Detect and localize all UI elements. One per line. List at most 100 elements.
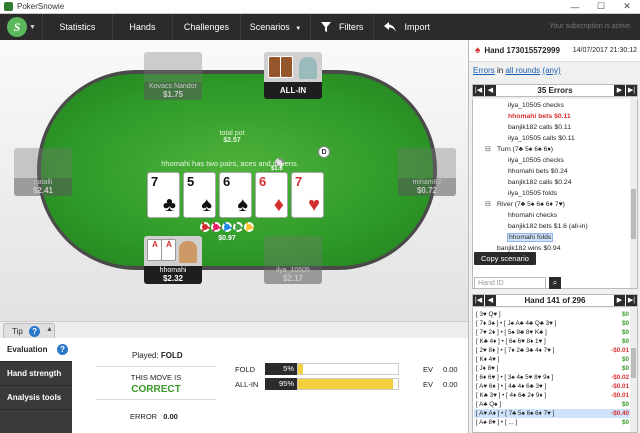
import-label: Import — [404, 22, 430, 32]
hand-id-input[interactable]: Hand ID — [474, 277, 546, 289]
player-seat-natalli[interactable]: natalli $2.41 — [14, 148, 72, 196]
player-avatar-icon — [299, 57, 317, 79]
spade-icon: ♠ — [475, 45, 481, 56]
action-percent: 95% — [265, 378, 297, 390]
tree-line-selected[interactable]: hhomahi folds — [507, 233, 554, 242]
copy-scenario-button[interactable]: Copy scenario — [474, 252, 536, 265]
player-plate: miriam82 $0.72 — [398, 178, 456, 196]
tree-line[interactable]: hhomahi bets $0.11 — [508, 113, 571, 120]
menu-hands[interactable]: Hands — [111, 14, 172, 40]
menu-scenarios-label: Scenarios — [249, 22, 290, 32]
first-icon[interactable]: |◀ — [473, 85, 484, 96]
logo-caret-icon[interactable]: ▼ — [29, 24, 36, 31]
hand-row[interactable]: [ K♦ 4♥ ] $0 — [474, 355, 631, 364]
hand-row[interactable]: [ 2♥ 8♦ ] • [ 7♦ 2♣ 3♣ 4♦ 7♥ ] -$0.01 — [474, 346, 631, 355]
tree-line[interactable]: Turn (7♣ 5♠ 6♠ 6♦) — [497, 146, 553, 153]
tip-bar: Tip ? ▲ — [0, 321, 468, 339]
hand-row[interactable]: [ 6♦ 6♥ ] • [ 3♠ 4♠ 5♥ 8♥ 9♦ ] -$0.02 — [474, 373, 631, 382]
tree-line[interactable]: ilya_10505 checks — [508, 157, 564, 164]
player-seat-miriam[interactable]: miriam82 $0.72 — [398, 148, 456, 196]
player-name: natalli — [33, 179, 53, 186]
hand-row[interactable]: [ A♥ 6♦ ] • [ 4♣ 4♦ 6♣ 3♥ ] -$0.01 — [474, 382, 631, 391]
chevron-up-icon[interactable]: ▲ — [46, 326, 53, 333]
next-icon[interactable]: ▶ — [613, 295, 625, 306]
player-seat-banjik[interactable]: ALL-IN — [264, 52, 322, 99]
dealer-button-icon: D — [318, 146, 330, 158]
tree-line[interactable]: banjik182 calls $0.24 — [508, 179, 571, 186]
hand-row[interactable]: [ A♣ Q♠ ] $0 — [474, 400, 631, 409]
collapse-icon[interactable]: ⊟ — [485, 200, 491, 208]
help-icon[interactable]: ? — [29, 326, 41, 337]
filters-button[interactable]: Filters — [309, 14, 374, 40]
tree-line[interactable]: hhomahi checks — [508, 212, 557, 219]
menu-challenges[interactable]: Challenges — [171, 14, 240, 40]
hole-card-back — [280, 56, 293, 78]
snowie-logo-icon[interactable]: S — [7, 17, 27, 37]
ev-value: 0.00 — [443, 379, 458, 389]
avatar — [264, 236, 322, 266]
player-seat-kovacs[interactable]: Kovacs Nandor $1.75 — [144, 52, 202, 100]
nav-hand-strength[interactable]: Hand strength — [0, 362, 72, 386]
collapse-icon[interactable]: ⊟ — [485, 145, 491, 153]
player-avatar-icon — [179, 241, 197, 263]
pot-chips-icon — [200, 222, 254, 232]
hero-hole-card: A — [147, 239, 162, 261]
avatar — [144, 52, 202, 82]
player-seat-ilya[interactable]: ilya_10505 $2.17 — [264, 236, 322, 284]
tree-scrollbar[interactable] — [630, 99, 637, 288]
hero-hole-card: A — [161, 239, 176, 261]
error-value: 0.00 — [163, 412, 178, 421]
verdict-value: CORRECT — [131, 384, 181, 395]
all-rounds-link[interactable]: all rounds — [505, 66, 540, 75]
avatar — [14, 148, 72, 178]
action-row-fold: FOLD 5% EV 0.00 — [235, 363, 463, 375]
import-button[interactable]: Import — [373, 14, 440, 40]
first-icon[interactable]: |◀ — [473, 295, 484, 306]
tree-line[interactable]: hhomahi bets $0.24 — [508, 168, 568, 175]
last-icon[interactable]: ▶| — [625, 85, 637, 96]
error-label: ERROR — [130, 412, 158, 421]
prev-icon[interactable]: ◀ — [485, 85, 496, 96]
hand-list-scrollbar[interactable] — [630, 308, 637, 432]
prev-icon[interactable]: ◀ — [485, 295, 496, 306]
errors-link[interactable]: Errors — [473, 66, 495, 75]
hand-row[interactable]: [ J♦ 8♥ ] $0 — [474, 364, 631, 373]
close-button[interactable]: ✕ — [614, 1, 640, 12]
hand-row-selected[interactable]: [ A♥ A♦ ] • [ 7♣ 5♠ 6♠ 6♦ 7♥ ] -$0.40 — [474, 409, 631, 418]
any-link[interactable]: (any) — [542, 66, 560, 75]
tree-line[interactable]: banjik182 wins $0.94 — [497, 245, 560, 252]
tree-line[interactable]: River (7♣ 5♠ 6♠ 6♦ 7♥) — [497, 201, 565, 208]
played-value: FOLD — [160, 351, 183, 360]
player-plate: ALL-IN — [264, 82, 322, 99]
menu-scenarios[interactable]: Scenarios ▼ — [239, 14, 310, 40]
menu-statistics[interactable]: Statistics — [41, 14, 112, 40]
hand-id: Hand 173015572999 — [484, 46, 560, 55]
player-seat-hero[interactable]: A A hhomahi $2.32 — [144, 236, 202, 284]
hand-row[interactable]: [ 7♦ 3♠ ] • [ J♠ A♣ 4♣ Q♣ 3♥ ] $0 — [474, 319, 631, 328]
hand-row[interactable]: [ A♠ 8♥ ] • [ ... ] $0 — [474, 418, 631, 427]
player-name: hhomahi — [159, 267, 187, 274]
tree-line[interactable]: banjik182 calls $0.11 — [508, 124, 571, 131]
nav-evaluation[interactable]: Evaluation ? — [0, 338, 72, 362]
next-icon[interactable]: ▶ — [613, 85, 625, 96]
tree-line[interactable]: ilya_10505 folds — [508, 190, 557, 197]
maximize-button[interactable]: ☐ — [588, 1, 614, 12]
title-bar: PokerSnowie — ☐ ✕ — [0, 0, 640, 14]
errors-count: 35 Errors — [537, 86, 573, 95]
tree-line[interactable]: ilya_10505 calls $0.11 — [508, 135, 575, 142]
tree-line[interactable]: banjik182 bets $1.6 (all-in) — [508, 223, 588, 230]
last-icon[interactable]: ▶| — [625, 295, 637, 306]
search-icon[interactable]: ⌕ — [549, 277, 561, 289]
hand-row[interactable]: [ K♣ 4♦ ] • [ 6♠ 6♥ 8♦ 1♥ ] $0 — [474, 337, 631, 346]
hand-row[interactable]: [ 7♥ 2♦ ] • [ 5♠ 9♣ 8♥ K♣ ] $0 — [474, 328, 631, 337]
hand-row[interactable]: [ K♣ 3♥ ] • [ 4♦ 6♣ 2♦ 9♦ ] -$0.01 — [474, 391, 631, 400]
player-name: miriam82 — [412, 179, 442, 186]
help-icon[interactable]: ? — [57, 344, 68, 355]
nav-analysis-tools[interactable]: Analysis tools — [0, 386, 72, 410]
hand-row[interactable]: [ 3♥ Q♥ ] $0 — [474, 310, 631, 319]
tree-line[interactable]: ilya_10505 checks — [508, 102, 564, 109]
board-card: 6 ♦ — [255, 172, 288, 218]
action-bar-fill — [298, 364, 303, 374]
player-stack: ALL-IN — [279, 86, 307, 95]
minimize-button[interactable]: — — [562, 2, 588, 12]
